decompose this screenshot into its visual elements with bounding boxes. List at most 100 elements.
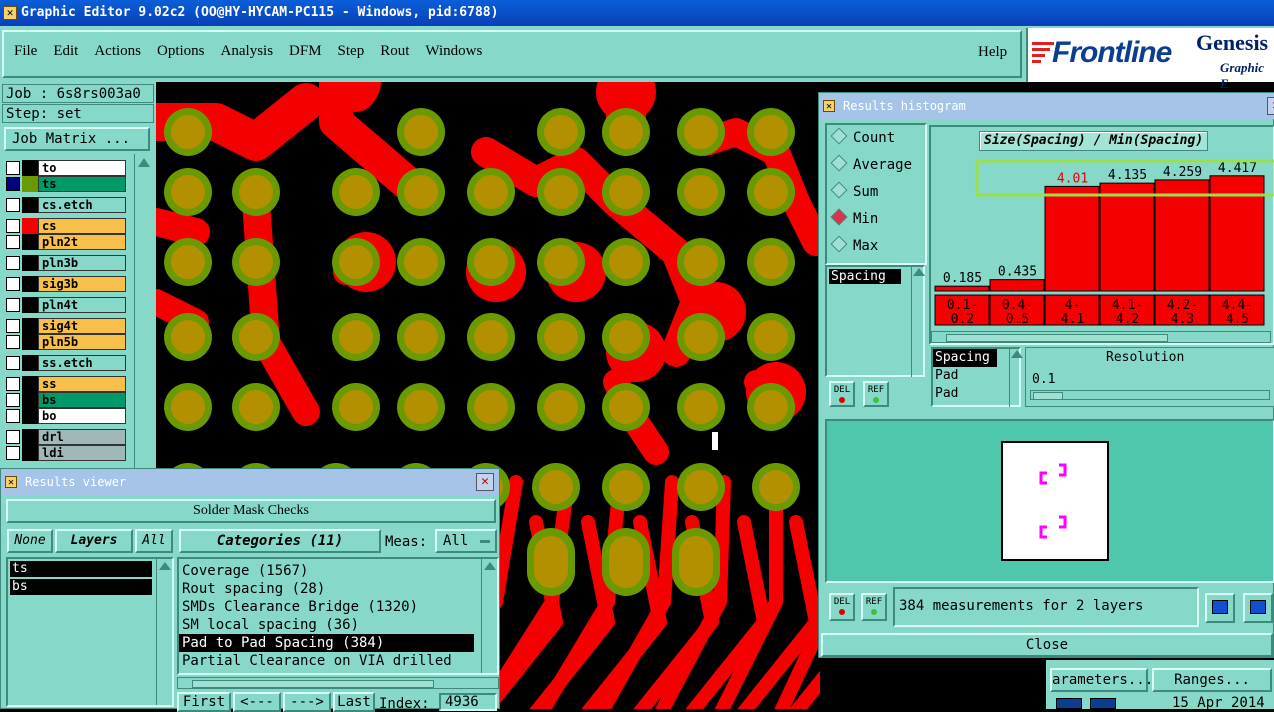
layer-checkbox[interactable] <box>6 177 20 191</box>
layer-checkbox[interactable] <box>6 219 20 233</box>
rh-del-button-1[interactable]: DEL <box>829 381 855 407</box>
layer-checkbox[interactable] <box>6 277 20 291</box>
layer-row-sig3b[interactable]: sig3b <box>4 276 128 292</box>
layer-row-ss-etch[interactable]: ss.etch <box>4 355 128 371</box>
rv-category-item[interactable]: Rout spacing (28) <box>179 580 474 598</box>
rv-category-item[interactable]: Partial Clearance on VIA drilled <box>179 652 474 670</box>
layer-checkbox[interactable] <box>6 235 20 249</box>
layer-checkbox[interactable] <box>6 319 20 333</box>
layer-checkbox[interactable] <box>6 377 20 391</box>
rh-close-icon[interactable]: ✕ <box>1267 97 1274 115</box>
rh-chart-hscrollbar[interactable] <box>931 331 1271 343</box>
layer-row-pln3b[interactable]: pln3b <box>4 255 128 271</box>
rv-first-button[interactable]: First <box>177 692 231 712</box>
histogram-bar[interactable] <box>1044 185 1100 292</box>
rh-measure-item[interactable]: Pad <box>933 367 997 385</box>
layer-row-ss[interactable]: ss <box>4 376 128 392</box>
rv-layers-button[interactable]: Layers <box>55 529 133 553</box>
small-icon-1[interactable] <box>1056 698 1082 709</box>
rv-layer-item[interactable]: bs <box>10 579 152 595</box>
rh-measure-list[interactable]: Spacing Pad Pad <box>931 347 1021 407</box>
menu-step[interactable]: Step <box>338 43 365 59</box>
small-icon-2[interactable] <box>1090 698 1116 709</box>
layer-row-bs[interactable]: bs <box>4 392 128 408</box>
rv-all-layers-button[interactable]: All <box>135 529 173 553</box>
rh-zoom-in-icon[interactable] <box>1205 593 1235 623</box>
layer-row-cs[interactable]: cs <box>4 218 128 234</box>
layer-row-ts[interactable]: ts <box>4 176 128 192</box>
layer-checkbox[interactable] <box>6 161 20 175</box>
rh-mode-sum[interactable]: Sum <box>830 181 925 211</box>
layer-checkbox[interactable] <box>6 430 20 444</box>
menu-options[interactable]: Options <box>157 43 205 59</box>
layer-row-pln5b[interactable]: pln5b <box>4 334 128 350</box>
rh-close-button[interactable]: Close <box>821 633 1273 657</box>
histogram-bar[interactable] <box>1099 182 1155 292</box>
parameters-button[interactable]: arameters... <box>1050 668 1153 692</box>
menu-windows[interactable]: Windows <box>425 43 482 59</box>
rv-hscrollbar[interactable] <box>177 677 499 689</box>
rh-measure-item[interactable]: Spacing <box>933 349 997 367</box>
menu-dfm[interactable]: DFM <box>289 43 322 59</box>
layer-row-bo[interactable]: bo <box>4 408 128 424</box>
rh-ref-button-2[interactable]: REF <box>861 593 887 621</box>
rv-category-item[interactable]: Coverage (1567) <box>179 562 474 580</box>
menu-rout[interactable]: Rout <box>380 43 409 59</box>
rv-category-item[interactable]: SM local spacing (36) <box>179 616 474 634</box>
rv-category-item[interactable]: SMDs Clearance Bridge (1320) <box>179 598 474 616</box>
ranges-button[interactable]: Ranges... <box>1152 668 1272 692</box>
rv-category-scrollbar[interactable] <box>481 559 497 673</box>
histogram-bar[interactable] <box>989 279 1045 292</box>
rh-del-button-2[interactable]: DEL <box>829 593 855 621</box>
histogram-bar[interactable] <box>1209 175 1265 292</box>
menu-help[interactable]: Help <box>978 44 1007 61</box>
rv-layer-item[interactable]: ts <box>10 561 152 577</box>
rh-spacing-item[interactable]: Spacing <box>829 269 901 284</box>
layer-checkbox[interactable] <box>6 198 20 212</box>
rv-last-button[interactable]: Last <box>333 692 375 712</box>
layer-checkbox[interactable] <box>6 298 20 312</box>
layer-row-ldi[interactable]: ldi <box>4 445 128 461</box>
layer-row-pln2t[interactable]: pln2t <box>4 234 128 250</box>
layer-checkbox[interactable] <box>6 393 20 407</box>
rv-close-icon[interactable]: ✕ <box>476 473 494 491</box>
layer-row-sig4t[interactable]: sig4t <box>4 318 128 334</box>
rh-mode-count[interactable]: Count <box>830 127 925 157</box>
rh-mode-min[interactable]: Min <box>830 208 925 238</box>
rv-next-button[interactable]: ---> <box>283 692 331 712</box>
rv-index-field[interactable]: 4936 <box>439 693 497 711</box>
rh-mode-average[interactable]: Average <box>830 154 925 184</box>
histogram-bar[interactable] <box>1154 179 1210 292</box>
layer-scrollbar[interactable] <box>134 154 152 472</box>
rv-none-button[interactable]: None <box>7 529 53 553</box>
layer-checkbox[interactable] <box>6 446 20 460</box>
menu-analysis[interactable]: Analysis <box>221 43 274 59</box>
rv-category-list[interactable]: Coverage (1567) Rout spacing (28) SMDs Cle… <box>177 557 499 675</box>
layer-checkbox[interactable] <box>6 409 20 423</box>
layer-checkbox[interactable] <box>6 256 20 270</box>
layer-checkbox[interactable] <box>6 356 20 370</box>
layer-row-cs-etch[interactable]: cs.etch <box>4 197 128 213</box>
menu-edit[interactable]: Edit <box>53 43 78 59</box>
rh-zoom-out-icon[interactable] <box>1243 593 1273 623</box>
layer-row-to[interactable]: to <box>4 160 128 176</box>
rh-left-scrollbar[interactable] <box>911 265 925 377</box>
rv-category-item[interactable]: Pad to Pad Spacing (384) <box>179 634 474 652</box>
rv-layer-scrollbar[interactable] <box>156 559 172 705</box>
rh-measure-item[interactable]: Pad <box>933 385 997 403</box>
rv-layer-list[interactable]: ts bs <box>6 557 174 707</box>
histogram-bar[interactable] <box>934 285 990 292</box>
rv-prev-button[interactable]: <--- <box>233 692 281 712</box>
layer-checkbox[interactable] <box>6 335 20 349</box>
menu-file[interactable]: File <box>14 43 37 59</box>
rh-mode-max[interactable]: Max <box>830 235 925 265</box>
rv-categories-button[interactable]: Categories (11) <box>179 529 381 553</box>
rh-measure-scrollbar[interactable] <box>1009 347 1023 407</box>
rh-ref-button-1[interactable]: REF <box>863 381 889 407</box>
layer-row-drl[interactable]: drl <box>4 429 128 445</box>
rh-resolution-slider[interactable] <box>1030 390 1270 400</box>
job-matrix-button[interactable]: Job Matrix ... <box>4 127 150 151</box>
layer-row-pln4t[interactable]: pln4t <box>4 297 128 313</box>
menu-actions[interactable]: Actions <box>94 43 141 59</box>
rv-meas-select[interactable]: All <box>435 529 497 553</box>
